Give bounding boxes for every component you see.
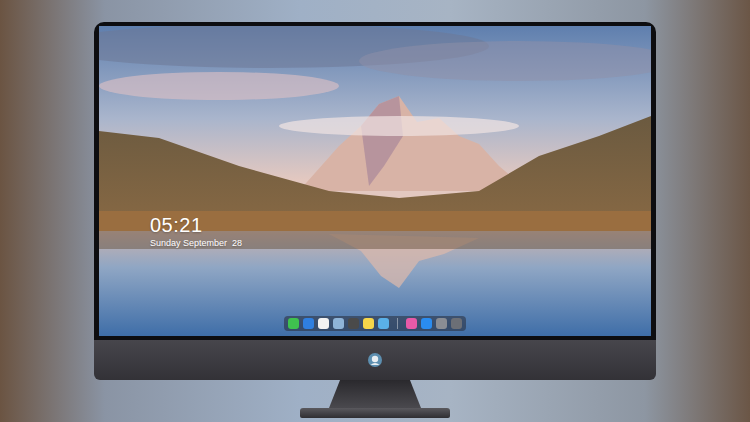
dock-app-icon[interactable] xyxy=(288,318,299,329)
dock-app-icon[interactable] xyxy=(451,318,462,329)
monitor-stand xyxy=(329,380,421,408)
wallpaper-photo xyxy=(99,26,651,336)
monitor-base xyxy=(300,408,450,418)
dock-app-icon[interactable] xyxy=(436,318,447,329)
dock-app-icon[interactable] xyxy=(406,318,417,329)
brand-logo-icon xyxy=(367,352,383,368)
monitor-chin xyxy=(94,340,656,380)
dock-app-icon[interactable] xyxy=(318,318,329,329)
dock-app-icon[interactable] xyxy=(348,318,359,329)
dock-app-icon[interactable] xyxy=(363,318,374,329)
screen: 05:21 Sunday September 28 xyxy=(99,26,651,336)
monitor-bezel: 05:21 Sunday September 28 xyxy=(94,22,656,340)
dock xyxy=(284,316,466,331)
dock-app-icon[interactable] xyxy=(378,318,389,329)
desktop-scene: 05:21 Sunday September 28 xyxy=(0,0,750,422)
dock-app-icon[interactable] xyxy=(333,318,344,329)
dock-separator xyxy=(397,318,398,329)
clock-date: Sunday September 28 xyxy=(150,238,242,250)
lockscreen-clock: 05:21 Sunday September 28 xyxy=(150,214,242,250)
dock-app-icon[interactable] xyxy=(303,318,314,329)
dock-app-icon[interactable] xyxy=(421,318,432,329)
clock-time: 05:21 xyxy=(150,214,242,236)
